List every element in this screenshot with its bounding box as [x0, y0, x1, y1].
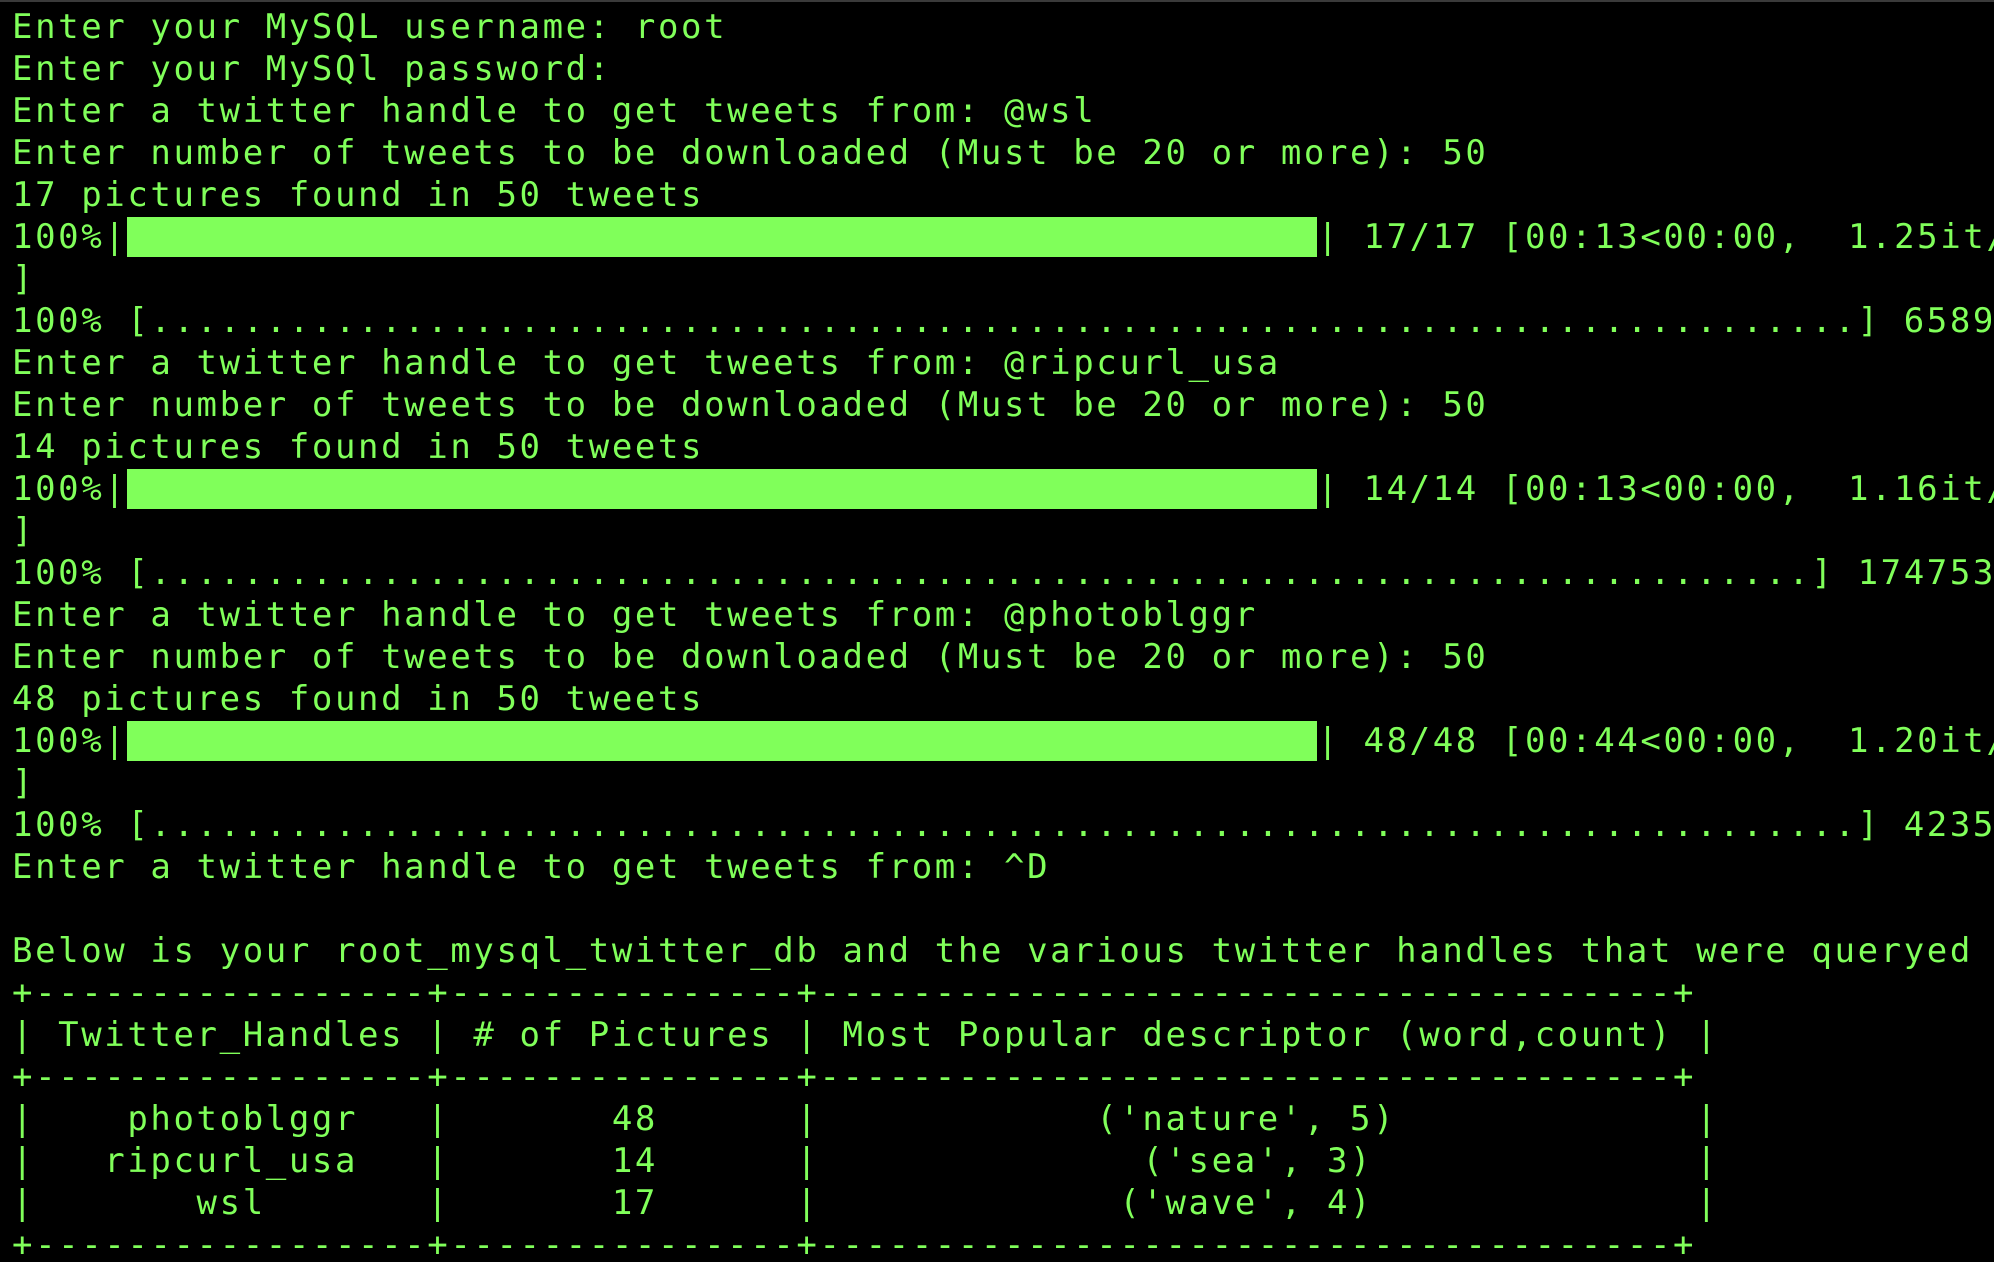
output-line: ] [12, 763, 36, 803]
progress-prefix: 100%| [12, 469, 128, 509]
output-line: Enter your MySQL username: root [12, 7, 728, 47]
output-line: +-----------------+---------------+-----… [12, 973, 1697, 1013]
output-line: Enter a twitter handle to get tweets fro… [12, 91, 1097, 131]
progress-stats: | 17/17 [00:13<00:00, 1.25it/s [1317, 217, 1994, 257]
output-line: ] [12, 259, 36, 299]
output-line: +-----------------+---------------+-----… [12, 1225, 1697, 1262]
output-line: | wsl | 17 | ('wave', 4) | [12, 1183, 1720, 1223]
terminal-window[interactable]: Enter your MySQL username: root Enter you… [0, 0, 1994, 1262]
progress-prefix: 100%| [12, 721, 128, 761]
output-line: 17 pictures found in 50 tweets [12, 175, 705, 215]
output-line: Enter a twitter handle to get tweets fro… [12, 595, 1258, 635]
output-line: | ripcurl_usa | 14 | ('sea', 3) | [12, 1141, 1720, 1181]
output-line: 48 pictures found in 50 tweets [12, 679, 705, 719]
progress-prefix: 100%| [12, 217, 128, 257]
progress-bar [127, 469, 1318, 509]
output-line: +-----------------+---------------+-----… [12, 1057, 1697, 1097]
progress-line: 100%| | 48/48 [00:44<00:00, 1.20it/s [12, 720, 1994, 762]
output-line: Below is your root_mysql_twitter_db and … [12, 931, 1973, 971]
output-line: | Twitter_Handles | # of Pictures | Most… [12, 1015, 1720, 1055]
output-line: ] [12, 511, 36, 551]
output-line: 100% [..................................… [12, 301, 1994, 341]
progress-line: 100%| | 17/17 [00:13<00:00, 1.25it/s [12, 216, 1994, 258]
output-line: 100% [..................................… [12, 805, 1994, 845]
terminal-output: Enter your MySQL username: root Enter you… [12, 6, 1994, 1262]
progress-bar [127, 217, 1318, 257]
progress-line: 100%| | 14/14 [00:13<00:00, 1.16it/s [12, 468, 1994, 510]
output-line: 14 pictures found in 50 tweets [12, 427, 705, 467]
output-line: Enter your MySQl password: [12, 49, 612, 89]
output-line: Enter number of tweets to be downloaded … [12, 637, 1489, 677]
output-line: 100% [..................................… [12, 553, 1994, 593]
output-line: Enter a twitter handle to get tweets fro… [12, 343, 1281, 383]
output-line: Enter a twitter handle to get tweets fro… [12, 847, 1051, 887]
output-line: Enter number of tweets to be downloaded … [12, 133, 1489, 173]
progress-stats: | 48/48 [00:44<00:00, 1.20it/s [1317, 721, 1994, 761]
progress-stats: | 14/14 [00:13<00:00, 1.16it/s [1317, 469, 1994, 509]
output-line: Enter number of tweets to be downloaded … [12, 385, 1489, 425]
output-line: | photoblggr | 48 | ('nature', 5) | [12, 1099, 1720, 1139]
progress-bar [127, 721, 1318, 761]
